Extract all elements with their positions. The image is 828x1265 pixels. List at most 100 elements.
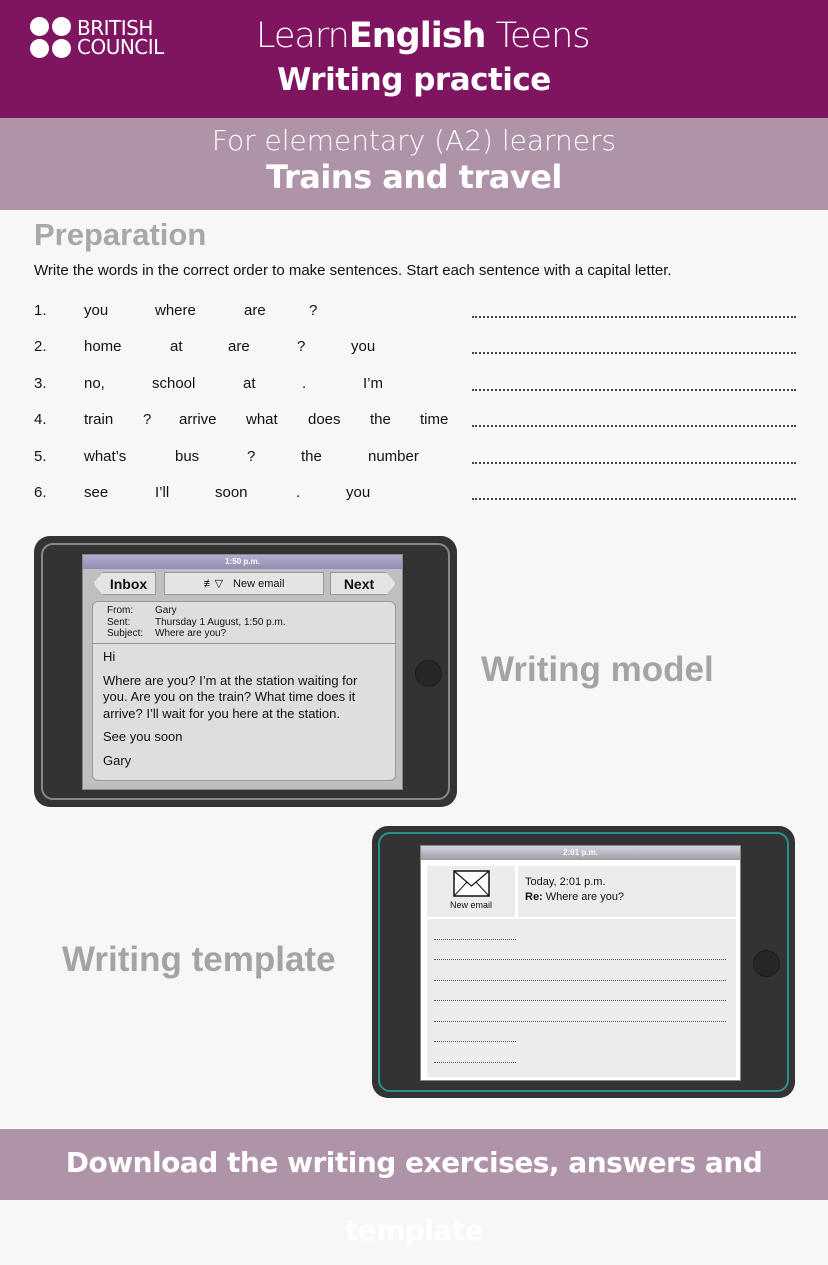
- scrambled-word: train: [84, 411, 114, 429]
- inbox-button[interactable]: Inbox: [93, 572, 156, 595]
- subject-label: Subject:: [107, 628, 144, 639]
- email-card: From: Gary Sent: Thursday 1 August, 1:50 p…: [92, 601, 396, 781]
- logo-dots-icon: [30, 17, 71, 58]
- item-number: 2.: [34, 338, 47, 356]
- scrambled-word: what’s: [84, 447, 127, 465]
- brand-bold: English: [348, 16, 487, 56]
- scrambled-word: ?: [247, 447, 256, 465]
- scrambled-word: time: [420, 411, 449, 429]
- status-bar-time: 2:01 p.m.: [421, 846, 740, 860]
- email-signature: Gary: [103, 752, 132, 768]
- write-line[interactable]: [434, 1021, 726, 1022]
- brand-light: Learn: [256, 16, 350, 56]
- scrambled-word: no,: [84, 374, 105, 392]
- item-number: 5.: [34, 447, 47, 465]
- new-email-label: New email: [233, 577, 285, 590]
- new-email-button[interactable]: ≢▽ New email: [164, 572, 324, 595]
- from-value: Gary: [155, 605, 177, 616]
- scrambled-word: number: [368, 447, 419, 465]
- scrambled-word: arrive: [179, 411, 217, 429]
- sent-label: Sent:: [107, 616, 131, 628]
- scrambled-word: at: [170, 338, 183, 356]
- exercise-list: 1. you where are? 2. home at are? you 3. no, school…: [34, 302, 804, 520]
- scrambled-word: see: [84, 483, 109, 501]
- email-closing: See you soon: [103, 729, 183, 744]
- scrambled-word: where: [155, 302, 196, 319]
- scrambled-word: the: [301, 447, 322, 465]
- reply-header: Today, 2:01 p.m. Re: Where are you?: [518, 866, 736, 917]
- scrambled-word: are: [244, 302, 266, 319]
- writing-model-label: Writing model: [481, 650, 714, 689]
- exercise-item: 6. see I’ll soon. you: [34, 484, 804, 520]
- scrambled-word: school: [152, 374, 196, 392]
- scrambled-word: bus: [175, 447, 200, 465]
- reply-re-label: Re:: [525, 891, 543, 903]
- next-button[interactable]: Next: [330, 572, 396, 595]
- topic-title: Trains and travel: [266, 158, 562, 196]
- item-number: 3.: [34, 374, 47, 392]
- scrambled-word: does: [308, 411, 341, 429]
- new-email-label: New email: [449, 900, 492, 910]
- sent-value: Thursday 1 August, 1:50 p.m.: [155, 616, 286, 628]
- status-bar-time: 1:50 p.m.: [83, 555, 402, 569]
- scrambled-word: you: [84, 302, 109, 319]
- answer-line[interactable]: [472, 348, 796, 355]
- scrambled-word: home: [84, 338, 122, 356]
- scrambled-word: are: [228, 338, 250, 356]
- email-body: Where are you? I’m at the station waitin…: [103, 672, 358, 721]
- preparation-heading: Preparation: [34, 217, 207, 252]
- scrambled-word: I’m: [363, 374, 383, 392]
- scrambled-word: ?: [143, 411, 152, 429]
- exercise-item: 3. no, school at. I’m: [34, 375, 804, 411]
- reply-date: Today, 2:01 p.m.: [525, 876, 606, 888]
- download-banner[interactable]: Download the writing exercises, answers …: [0, 1129, 828, 1247]
- item-number: 1.: [34, 302, 47, 319]
- from-label: From:: [107, 605, 134, 616]
- scrambled-word: the: [370, 411, 391, 429]
- scrambled-word: ?: [297, 338, 306, 356]
- scrambled-word: what: [246, 411, 278, 429]
- item-number: 4.: [34, 411, 47, 429]
- envelope-icon: [452, 870, 490, 897]
- level-text: For elementary (A2) learners: [211, 124, 617, 157]
- scrambled-word: .: [302, 374, 307, 392]
- home-button-icon: [415, 660, 442, 687]
- subject-value: Where are you?: [155, 628, 227, 639]
- answer-line[interactable]: [472, 494, 796, 500]
- scrambled-word: you: [346, 483, 371, 501]
- answer-line[interactable]: [472, 421, 796, 428]
- reply-subject: Where are you?: [542, 891, 625, 903]
- writing-template-label: Writing template: [62, 940, 336, 979]
- write-line[interactable]: [434, 959, 726, 960]
- template-email-screen: 2:01 p.m. New email Today, 2:01 p.m. Re:…: [420, 845, 741, 1081]
- answer-line[interactable]: [472, 312, 796, 318]
- exercise-item: 1. you where are?: [34, 302, 804, 338]
- new-email-icon: ≢▽: [203, 578, 224, 590]
- write-line[interactable]: [434, 939, 516, 940]
- scrambled-word: ?: [309, 302, 318, 319]
- email-greeting: Hi: [103, 649, 116, 664]
- new-email-tile[interactable]: New email: [427, 866, 515, 917]
- item-number: 6.: [34, 483, 47, 501]
- scrambled-word: .: [296, 483, 301, 501]
- scrambled-word: at: [243, 374, 256, 392]
- reply-writing-area[interactable]: [427, 919, 736, 1077]
- scrambled-word: soon: [215, 483, 248, 501]
- page-subtitle: Writing practice: [277, 62, 551, 98]
- answer-line[interactable]: [472, 385, 796, 391]
- instruction-text: Write the words in the correct order to …: [34, 262, 672, 279]
- scrambled-word: you: [351, 338, 376, 356]
- exercise-item: 4. train? arrive what does the time: [34, 411, 804, 447]
- answer-line[interactable]: [472, 458, 796, 464]
- scrambled-word: I’ll: [155, 483, 170, 501]
- write-line[interactable]: [434, 1000, 726, 1001]
- brand-suffix: Teens: [485, 16, 591, 56]
- exercise-item: 2. home at are? you: [34, 338, 804, 374]
- write-line[interactable]: [434, 980, 726, 981]
- logo-line2: COUNCIL: [77, 34, 164, 59]
- write-line[interactable]: [434, 1062, 516, 1063]
- write-line[interactable]: [434, 1041, 516, 1042]
- exercise-item: 5. what’s bus? the number: [34, 448, 804, 484]
- home-button-icon: [753, 950, 780, 977]
- model-email-screen: 1:50 p.m. Inbox ≢▽ New email Next From: G…: [82, 554, 403, 790]
